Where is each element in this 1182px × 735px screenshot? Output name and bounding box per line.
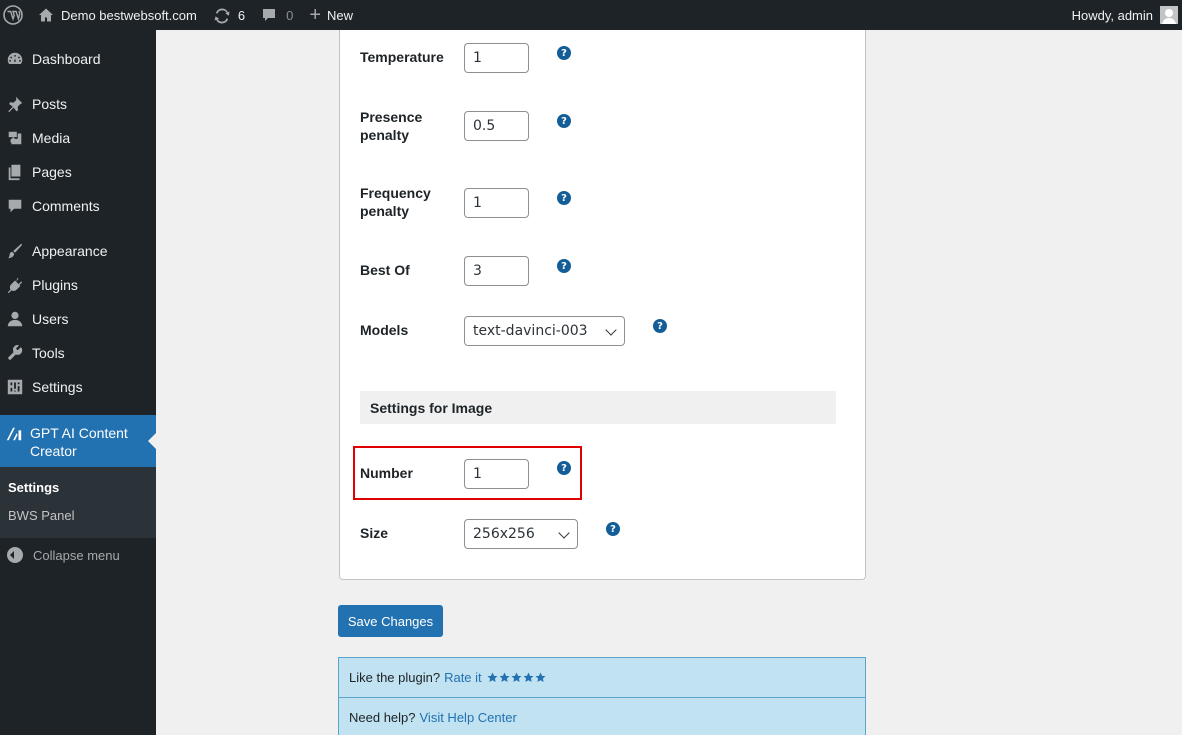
- plus-icon: +: [309, 4, 321, 26]
- my-account-link[interactable]: Howdy, admin: [1064, 0, 1182, 30]
- menu-item-label: Appearance: [32, 243, 108, 259]
- frequency-penalty-input[interactable]: 1: [464, 188, 529, 218]
- submenu: Settings BWS Panel: [0, 467, 156, 538]
- comment-bubble-icon: [263, 9, 276, 21]
- gpt-plugin-icon: [5, 424, 23, 444]
- pages-icon: [5, 162, 25, 182]
- chevron-down-icon: [605, 324, 617, 336]
- rate-plugin-row: Like the plugin? Rate it: [339, 658, 865, 697]
- dashboard-icon: [5, 49, 25, 69]
- menu-item-appearance[interactable]: Appearance: [0, 234, 156, 268]
- greeting-label: Howdy, admin: [1071, 7, 1153, 23]
- menu-item-dashboard[interactable]: Dashboard: [0, 42, 156, 76]
- brush-icon: [5, 241, 25, 261]
- menu-item-label: Tools: [32, 345, 65, 361]
- admin-bar: Demo bestwebsoft.com 6 0 + New Howdy, ad…: [0, 0, 1182, 30]
- updates-count: 6: [237, 7, 246, 23]
- home-icon: [39, 8, 53, 22]
- help-icon[interactable]: ?: [557, 191, 571, 205]
- menu-item-users[interactable]: Users: [0, 302, 156, 336]
- menu-item-label: Dashboard: [32, 51, 101, 67]
- help-icon[interactable]: ?: [557, 46, 571, 60]
- rating-stars[interactable]: [487, 672, 546, 683]
- frequency-penalty-label: Frequency penalty: [360, 185, 431, 219]
- menu-item-posts[interactable]: Posts: [0, 87, 156, 121]
- presence-penalty-label: Presence penalty: [360, 109, 423, 143]
- number-input[interactable]: 1: [464, 459, 529, 489]
- temperature-label: Temperature: [360, 49, 444, 65]
- star-icon: [523, 672, 534, 682]
- site-name-link[interactable]: Demo bestwebsoft.com: [28, 0, 205, 30]
- menu-item-label: GPT AI Content Creator: [30, 425, 128, 459]
- new-label: New: [327, 7, 354, 23]
- chevron-down-icon: [558, 527, 570, 539]
- user-icon: [5, 309, 25, 329]
- models-selected-value: text-davinci-003: [473, 323, 588, 339]
- help-icon[interactable]: ?: [653, 319, 667, 333]
- menu-item-gpt-ai-content-creator[interactable]: GPT AI Content Creator: [0, 415, 156, 467]
- presence-penalty-input[interactable]: 0.5: [464, 111, 529, 141]
- menu-item-label: Media: [32, 130, 71, 146]
- temperature-input[interactable]: 1: [464, 43, 529, 73]
- updates-icon: [214, 8, 230, 24]
- need-help-text: Need help?: [349, 709, 416, 725]
- admin-menu: Dashboard Posts Media Pages Comments App…: [0, 30, 156, 735]
- comment-icon: [5, 196, 25, 216]
- new-content-link[interactable]: + New: [301, 0, 361, 30]
- updates-link[interactable]: 6: [205, 0, 253, 30]
- menu-item-comments[interactable]: Comments: [0, 189, 156, 223]
- collapse-menu-button[interactable]: Collapse menu: [0, 538, 156, 572]
- image-settings-heading: Settings for Image: [360, 391, 836, 424]
- sliders-icon: [5, 377, 25, 397]
- best-of-label: Best Of: [360, 262, 410, 278]
- help-center-link[interactable]: Visit Help Center: [420, 710, 517, 725]
- menu-item-label: Posts: [32, 96, 68, 112]
- pin-icon: [5, 94, 25, 114]
- number-label: Number: [360, 465, 413, 481]
- star-icon: [499, 672, 510, 682]
- comments-link[interactable]: 0: [253, 0, 301, 30]
- best-of-input[interactable]: 3: [464, 256, 529, 286]
- collapse-menu-label: Collapse menu: [33, 547, 120, 563]
- size-select[interactable]: 256x256: [464, 519, 578, 549]
- submenu-item-bws-panel[interactable]: BWS Panel: [0, 502, 156, 530]
- menu-item-label: Comments: [32, 198, 100, 214]
- help-center-row: Need help? Visit Help Center: [339, 697, 865, 735]
- settings-form-card: Temperature 1 ? Presence penalty 0.5 ? F…: [339, 30, 866, 580]
- menu-item-label: Plugins: [32, 277, 78, 293]
- menu-item-settings[interactable]: Settings: [0, 370, 156, 404]
- menu-item-media[interactable]: Media: [0, 121, 156, 155]
- comments-count: 0: [286, 7, 294, 23]
- avatar: [1160, 6, 1178, 24]
- menu-item-label: Users: [32, 311, 69, 327]
- models-label: Models: [360, 322, 409, 338]
- help-icon[interactable]: ?: [557, 461, 571, 475]
- media-icon: [5, 128, 25, 148]
- help-icon[interactable]: ?: [557, 259, 571, 273]
- plugin-notice-box: Like the plugin? Rate it Need help? Visi…: [338, 657, 866, 735]
- help-icon[interactable]: ?: [557, 114, 571, 128]
- wordpress-logo-icon[interactable]: [0, 0, 28, 30]
- size-selected-value: 256x256: [473, 526, 535, 542]
- wrench-icon: [5, 343, 25, 363]
- star-icon: [487, 672, 498, 682]
- help-icon[interactable]: ?: [606, 522, 620, 536]
- menu-item-label: Settings: [32, 379, 83, 395]
- submenu-item-settings[interactable]: Settings: [0, 474, 156, 502]
- models-select[interactable]: text-davinci-003: [464, 316, 625, 346]
- menu-item-pages[interactable]: Pages: [0, 155, 156, 189]
- save-changes-button[interactable]: Save Changes: [338, 605, 443, 637]
- collapse-arrow-icon: [7, 547, 23, 563]
- star-icon: [535, 672, 546, 682]
- site-name-label: Demo bestwebsoft.com: [61, 7, 197, 23]
- rate-plugin-text: Like the plugin?: [349, 670, 441, 685]
- rate-it-link[interactable]: Rate it: [444, 670, 482, 685]
- menu-item-plugins[interactable]: Plugins: [0, 268, 156, 302]
- star-icon: [511, 672, 522, 682]
- menu-item-tools[interactable]: Tools: [0, 336, 156, 370]
- plugin-icon: [5, 275, 25, 295]
- size-label: Size: [360, 525, 389, 541]
- menu-item-label: Pages: [32, 164, 72, 180]
